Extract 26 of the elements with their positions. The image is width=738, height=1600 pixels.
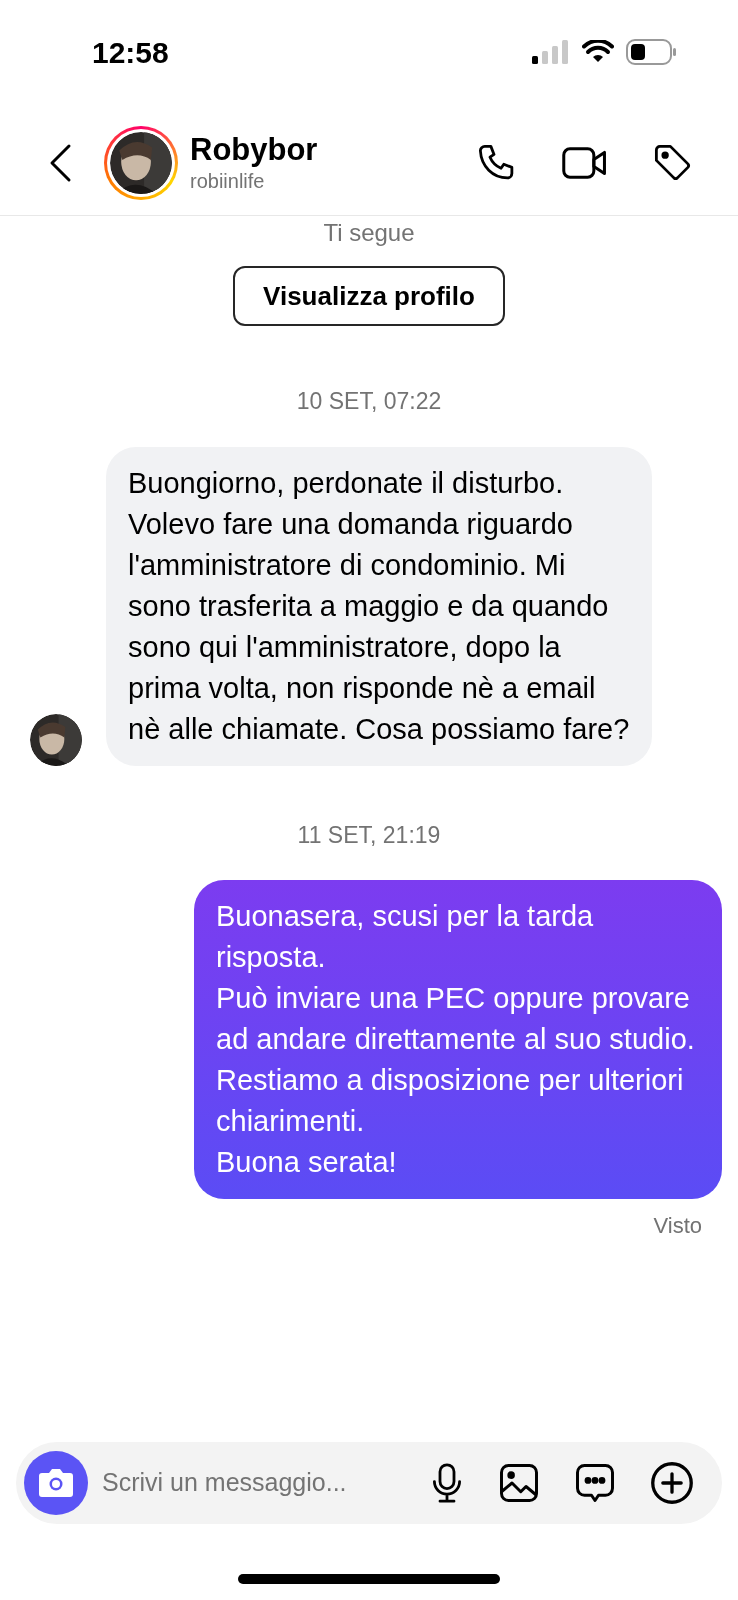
view-profile-button[interactable]: Visualizza profilo: [233, 266, 505, 326]
wifi-icon: [582, 40, 614, 64]
message-composer[interactable]: Scrivi un messaggio...: [16, 1442, 722, 1524]
message-input[interactable]: Scrivi un messaggio...: [102, 1464, 394, 1502]
timestamp: 11 SET, 21:19: [297, 820, 441, 850]
signal-icon: [532, 40, 570, 64]
camera-icon: [38, 1467, 74, 1499]
message-text: Può inviare una PEC oppure provare ad andare direttamente al suo studio.: [216, 981, 696, 1057]
contact-name: Robybor: [190, 131, 319, 168]
message-text: Buona serata!: [216, 1145, 398, 1180]
message-text: Volevo fare una domanda riguardo l'amministratore di condominio. Mi sono trasferita a maggio e da quando sono qui l'amministratore, dopo la prima volta, non risponde nè a email nè alle chiamate. Cosa possiamo fare?: [128, 506, 630, 747]
message-text: Buonasera, scusi per la tarda risposta.: [216, 899, 595, 975]
microphone-icon[interactable]: [430, 1462, 464, 1504]
contact-username: robiinlife: [190, 168, 266, 194]
chat-bubble-icon[interactable]: [574, 1462, 616, 1504]
timestamp: 10 SET, 07:22: [296, 387, 442, 416]
image-icon[interactable]: [498, 1462, 540, 1504]
message-text: Buongiorno, perdonate il disturbo.: [128, 465, 565, 501]
back-icon: [48, 142, 72, 183]
message-text: Restiamo a disposizione per ulteriori chiarimenti.: [216, 1063, 685, 1139]
status-time: 12:58: [92, 34, 169, 71]
seen-receipt: Visto: [653, 1212, 702, 1240]
plus-icon[interactable]: [650, 1461, 694, 1505]
camera-button[interactable]: [24, 1451, 88, 1515]
follow-note: Ti segue: [323, 218, 415, 248]
battery-icon: [626, 39, 676, 65]
